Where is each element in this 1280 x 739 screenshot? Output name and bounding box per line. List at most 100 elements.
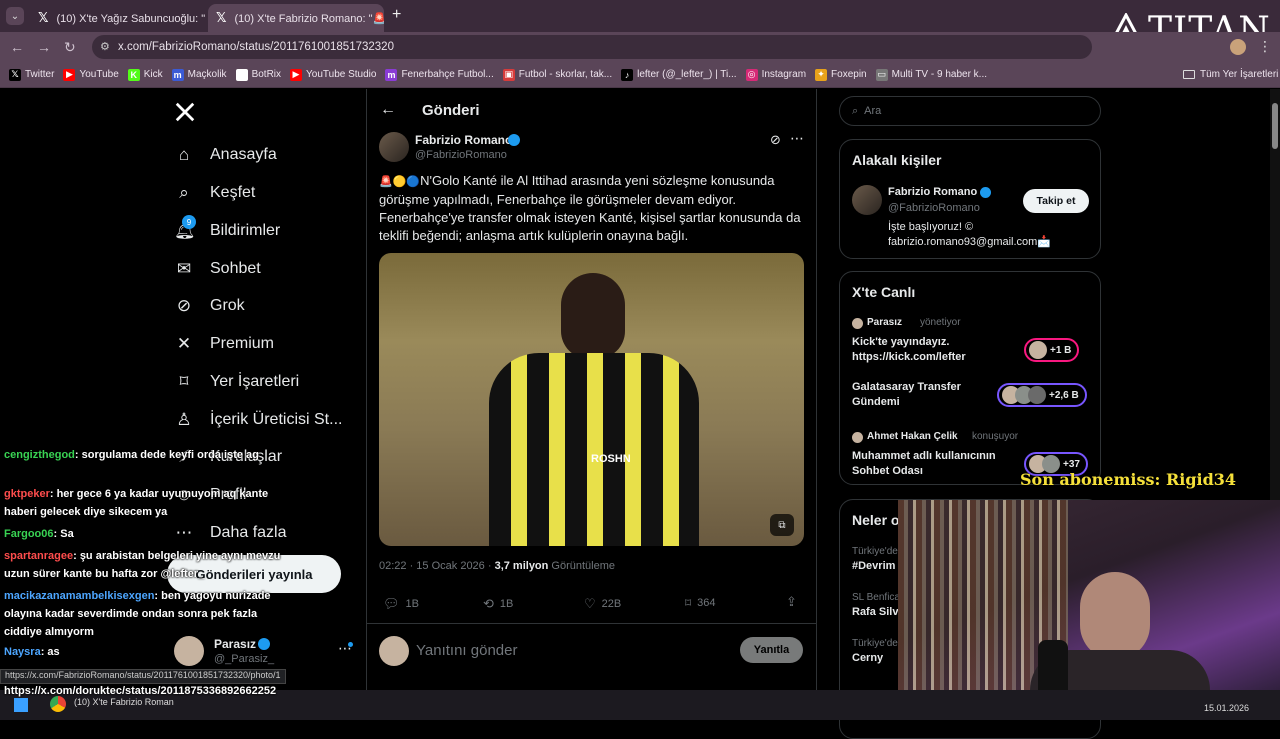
search-icon: ⌕	[852, 104, 859, 117]
bookmark-item[interactable]: ✦ Foxepin	[815, 68, 867, 81]
sidebar-item[interactable]: ⊘ Grok	[174, 291, 245, 321]
bookmark-label: Twitter	[25, 69, 55, 80]
trend-name: #Devrim	[852, 560, 896, 572]
browser-menu-icon[interactable]: ⋮	[1258, 38, 1272, 55]
sidebar-item[interactable]: ♙ İçerik Üreticisi St...	[174, 405, 342, 435]
bookmark-item[interactable]: ▭ Multi TV - 9 haber k...	[875, 68, 987, 81]
tab-list-dropdown-icon[interactable]: ⌄	[6, 7, 24, 25]
multitv-icon: ▭	[875, 68, 888, 81]
player-head	[561, 273, 625, 359]
taskbar-date: 15.01.2026	[1204, 703, 1250, 713]
all-bookmarks-folder[interactable]: Tüm Yer İşaretleri	[1183, 69, 1278, 80]
live-item[interactable]: Galatasaray Transfer Gündemi +2,6 B	[852, 380, 1092, 430]
browser-tab-active[interactable]: 𝕏 (10) X'te Fabrizio Romano: "🚨 ( ✕	[208, 4, 384, 32]
verified-badge-icon	[980, 187, 991, 198]
author-handle[interactable]: @FabrizioRomano	[415, 149, 507, 161]
bookmarks-bar: Tüm Yer İşaretleri 𝕏 Twitter ▶ YouTube K Kick…	[0, 62, 1280, 88]
reply-button[interactable]: Yanıtla	[740, 637, 803, 663]
bookmark-item[interactable]: ◆ BotRix	[235, 68, 281, 81]
chat-username[interactable]: Naysra	[4, 646, 41, 658]
scrollbar-thumb[interactable]	[1272, 103, 1278, 149]
share-icon[interactable]: ⇪	[786, 594, 797, 610]
chat-link[interactable]: https://x.com/doruktec/status/2011875336…	[4, 682, 286, 700]
trend-context: SL Benfica	[852, 592, 900, 603]
chat-username[interactable]: cengizthegod	[4, 449, 75, 461]
sidebar-item[interactable]: ✕ Premium	[174, 329, 274, 359]
sidebar-item[interactable]: ✉ Sohbet	[174, 254, 261, 284]
new-tab-button[interactable]: +	[392, 6, 401, 24]
back-arrow-icon[interactable]: ←	[380, 101, 396, 119]
host-name: Parasız	[867, 317, 903, 328]
related-name[interactable]: Fabrizio Romano	[888, 186, 977, 198]
search-input[interactable]: ⌕ Ara	[839, 96, 1101, 126]
bookmark-item[interactable]: ▶ YouTube Studio	[290, 68, 376, 81]
bookmark-item[interactable]: ▶ YouTube	[63, 68, 119, 81]
reload-icon[interactable]: ↻	[64, 39, 76, 56]
address-toolbar: ← → ↻ ⚙ x.com/FabrizioRomano/status/2011…	[0, 32, 1280, 62]
trend-name: Cerny	[852, 652, 884, 664]
url-text: x.com/FabrizioRomano/status/201176100185…	[118, 41, 394, 53]
image-options-icon[interactable]: ⧉	[770, 514, 794, 536]
panel-title: X'te Canlı	[852, 284, 916, 300]
url-field[interactable]: ⚙ x.com/FabrizioRomano/status/2011761001…	[92, 35, 1092, 59]
browser-tab[interactable]: 𝕏 (10) X'te Yağız Sabuncuoğlu: "🚨 ( ✕	[30, 4, 206, 32]
listener-count-badge: +1 B	[1024, 338, 1080, 362]
bookmark-item[interactable]: ◎ Instagram	[745, 68, 806, 81]
sidebar-item[interactable]: 🔔︎ 9 Bildirimler	[174, 215, 280, 246]
related-bio: İşte başlıyoruz! © fabrizio.romano93@gma…	[888, 221, 1052, 248]
view-label: Görüntüleme	[548, 560, 616, 572]
tweet-time[interactable]: 02:22 · 15 Ocak 2026 ·	[379, 560, 495, 572]
view-count: 3,7 milyon	[494, 560, 549, 572]
chat-text: : as	[40, 646, 60, 658]
chat-message: Fargoo06: Sa	[4, 525, 286, 543]
chat-message: cengizthegod: sorgulama dede keyfi orda …	[4, 446, 286, 464]
bookmark-action[interactable]: ⌑ 364	[685, 596, 716, 610]
repost-action[interactable]: ⟲ 1B	[483, 596, 513, 612]
bookmark-item[interactable]: m Fenerbahçe Futbol...	[385, 68, 494, 81]
forward-icon[interactable]: →	[37, 39, 51, 55]
listener-count-badge: +2,6 B	[997, 383, 1087, 407]
botrix-icon: ◆	[235, 68, 248, 81]
chat-message: Naysra: as	[4, 643, 286, 661]
chat-username[interactable]: spartanragee	[4, 550, 73, 562]
grok-icon[interactable]: ⊘	[770, 132, 781, 148]
repost-count: 1B	[499, 598, 514, 610]
author-avatar[interactable]	[379, 132, 409, 162]
site-settings-icon[interactable]: ⚙	[100, 40, 110, 53]
author-avatar[interactable]	[852, 185, 882, 215]
bookmark-item[interactable]: m Maçkolik	[171, 68, 227, 81]
sidebar-item[interactable]: ⌂ Anasayfa	[174, 140, 277, 170]
chat-username[interactable]: macikazanamambelkisexgen	[4, 590, 154, 602]
bookmark-item[interactable]: K Kick	[127, 68, 163, 81]
sidebar-item[interactable]: ⌑ Yer İşaretleri	[174, 367, 300, 397]
like-action[interactable]: ♡ 22B	[584, 596, 621, 612]
bookmark-item[interactable]: 𝕏 Twitter	[9, 68, 55, 81]
tiktok-icon: ♪	[621, 68, 634, 81]
tweet-photo[interactable]: ROSHN ⧉	[379, 253, 804, 546]
chat-username[interactable]: Fargoo06	[4, 528, 54, 540]
sidebar-item-label: Anasayfa	[210, 146, 277, 163]
sidebar-item[interactable]: ⌕ Keşfet	[174, 178, 255, 208]
back-icon[interactable]: ←	[10, 39, 24, 55]
bookmark-item[interactable]: ♪ lefter (@_lefter_) | Ti...	[621, 68, 737, 81]
verified-badge-icon	[508, 134, 520, 146]
bookmark-icon: ⌑	[179, 372, 189, 391]
author-name[interactable]: Fabrizio Romano	[415, 133, 512, 147]
avatar	[379, 636, 409, 666]
bookmark-item[interactable]: ▣ Futbol - skorlar, tak...	[502, 68, 612, 81]
bookmark-label: YouTube	[79, 69, 119, 80]
reply-action[interactable]: 💬︎ 1B	[383, 596, 419, 612]
more-dots-icon[interactable]: ⋯	[790, 130, 804, 147]
bookmark-label: lefter (@_lefter_) | Ti...	[637, 69, 737, 80]
profile-avatar[interactable]	[1230, 39, 1246, 55]
x-logo-icon[interactable]	[174, 101, 196, 123]
reply-input[interactable]: Yanıtını gönder	[416, 642, 517, 659]
m-icon: m	[385, 68, 398, 81]
foxepin-icon: ✦	[815, 68, 828, 81]
windows-start-icon[interactable]	[14, 698, 28, 712]
sidebar-item-label: Grok	[210, 297, 245, 314]
x-icon: 𝕏	[38, 10, 49, 25]
chat-username[interactable]: gktpeker	[4, 488, 50, 500]
live-item[interactable]: Parasız yönetiyor Kick'te yayındayız. http…	[852, 316, 1092, 366]
follow-button[interactable]: Takip et	[1023, 189, 1089, 213]
